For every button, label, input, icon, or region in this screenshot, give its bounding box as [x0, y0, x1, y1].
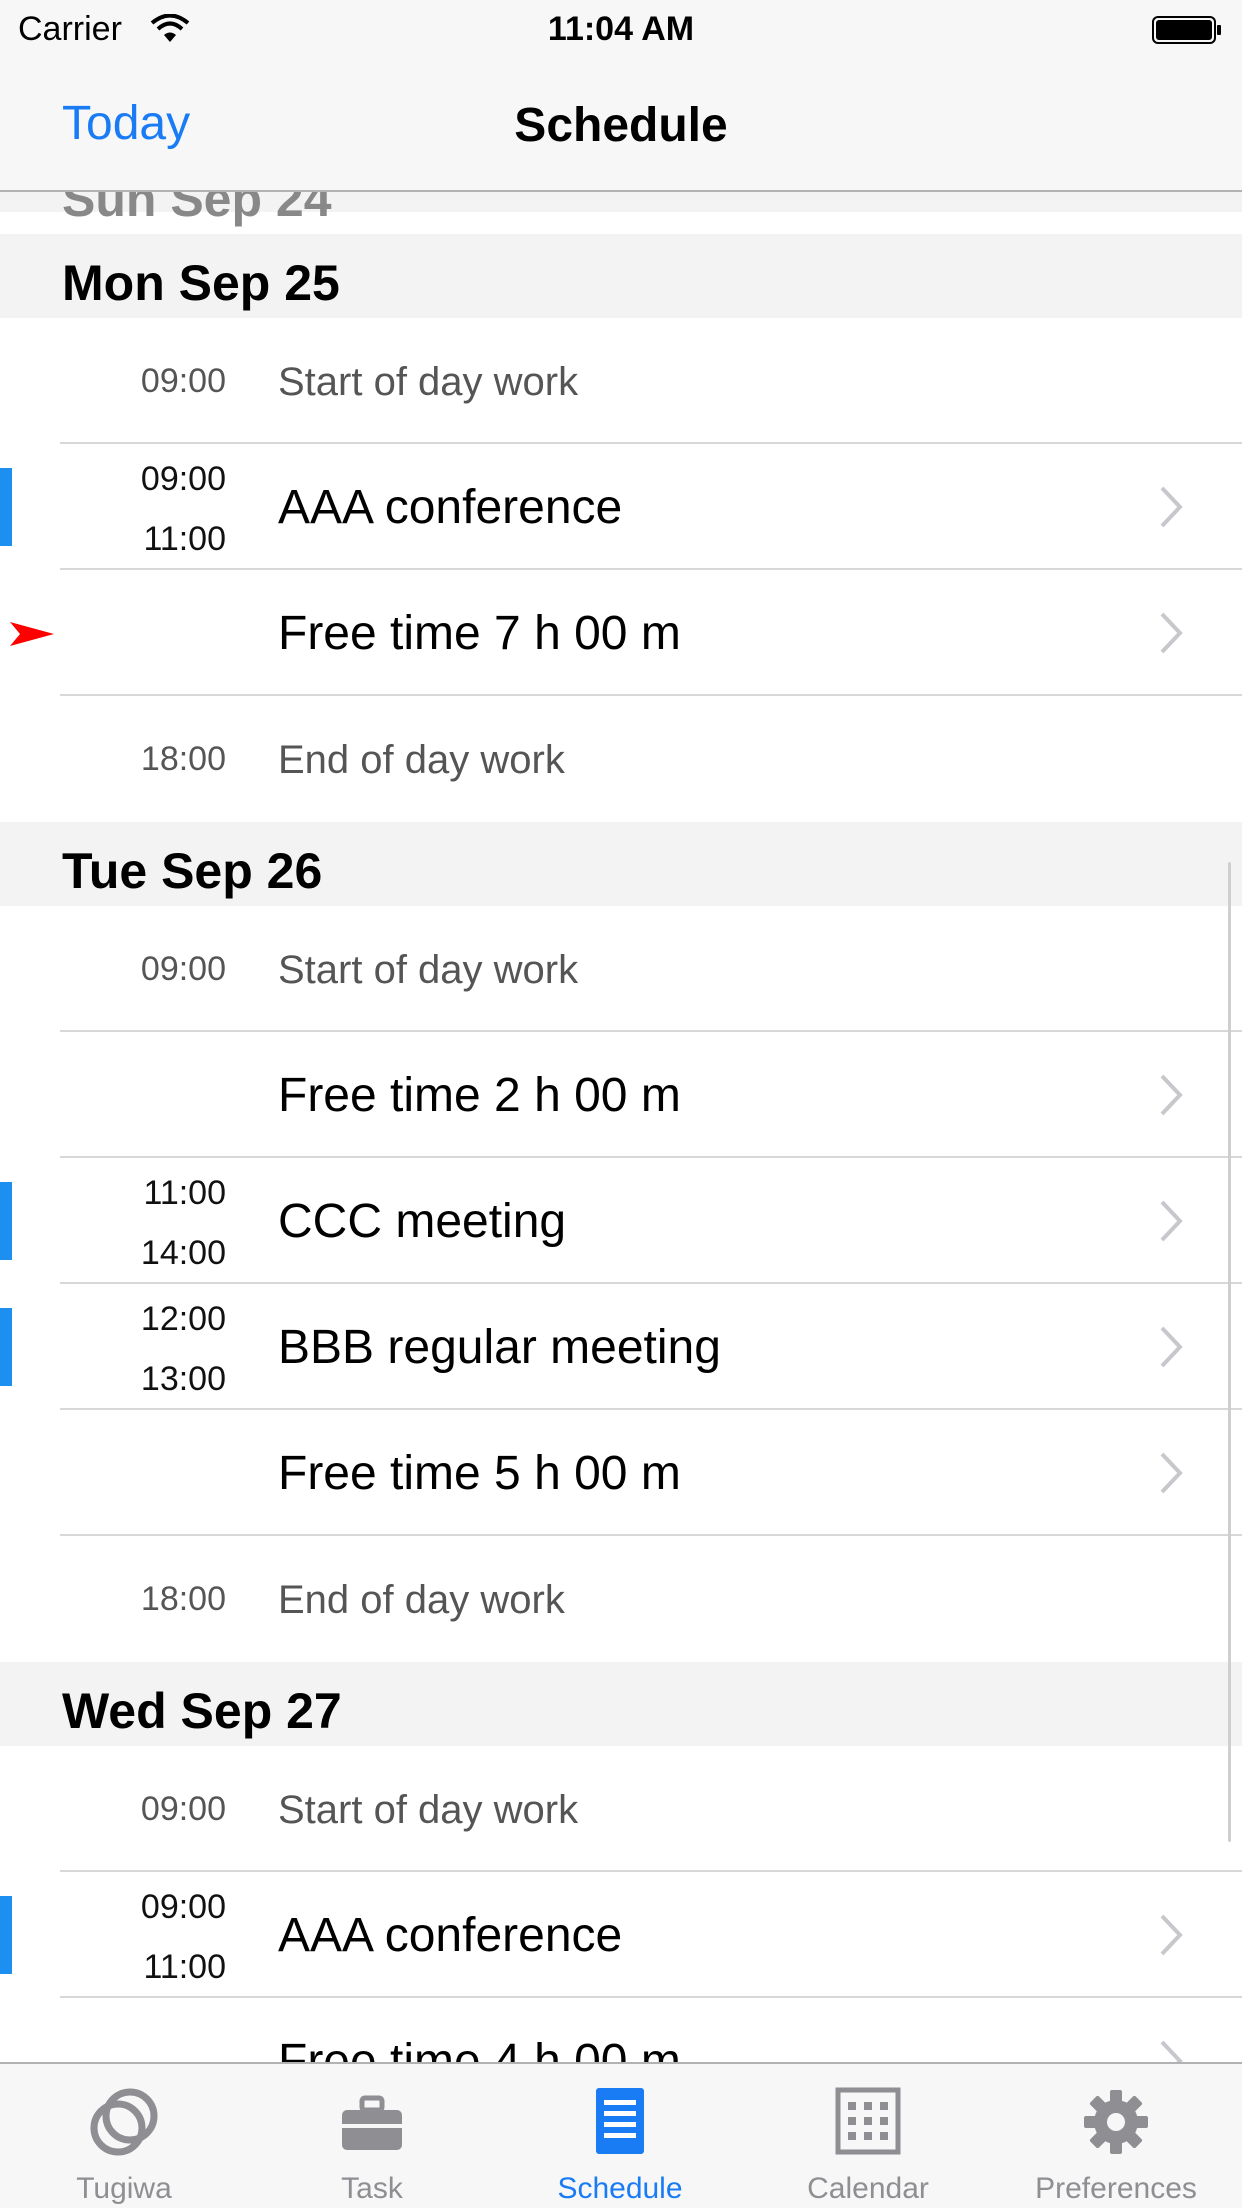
row-time: 18:00 — [140, 740, 226, 778]
row-title: BBB regular meeting — [278, 1321, 721, 1374]
page-title: Schedule — [514, 99, 728, 152]
chevron-right-icon — [1160, 1452, 1183, 1494]
tab-label: Task — [341, 2172, 403, 2205]
end-of-day-row: 18:00 End of day work — [0, 696, 1242, 822]
row-title: AAA conference — [278, 1909, 623, 1962]
battery-icon — [1152, 16, 1221, 44]
chevron-right-icon — [1160, 1200, 1183, 1242]
event-start-time: 09:00 — [140, 1888, 226, 1926]
scroll-indicator[interactable] — [1228, 862, 1231, 1842]
gear-icon — [1084, 2090, 1148, 2154]
calendar-grid-icon — [835, 2087, 901, 2155]
tab-label: Schedule — [557, 2172, 683, 2205]
chevron-right-icon — [1160, 612, 1183, 654]
tab-preferences[interactable]: Preferences — [992, 2064, 1242, 2208]
rings-icon — [90, 2088, 158, 2156]
tab-task[interactable]: Task — [248, 2064, 496, 2208]
chevron-right-icon — [1160, 1074, 1183, 1116]
tab-label: Calendar — [807, 2172, 929, 2205]
schedule-list[interactable]: Sun Sep 24 Mon Sep 25 09:00 Start of day… — [0, 192, 1242, 2062]
row-title: End of day work — [278, 738, 565, 782]
free-time-row[interactable]: Free time 2 h 00 m — [0, 1032, 1242, 1158]
tab-bar: Tugiwa Task Schedule Calendar Preference… — [0, 2062, 1242, 2208]
section-date: Sun Sep 24 — [62, 192, 332, 227]
event-start-time: 09:00 — [140, 460, 226, 498]
row-title: CCC meeting — [278, 1195, 567, 1248]
status-time: 11:04 AM — [547, 10, 695, 48]
section-header-tue-sep-26: Tue Sep 26 — [0, 822, 1242, 906]
document-list-icon — [596, 2088, 644, 2154]
event-row[interactable]: 12:00 13:00 BBB regular meeting — [0, 1284, 1242, 1410]
event-row[interactable]: 09:00 11:00 AAA conference — [0, 1872, 1242, 1998]
chevron-right-icon — [1160, 486, 1183, 528]
tab-schedule[interactable]: Schedule — [496, 2064, 744, 2208]
briefcase-icon — [342, 2095, 402, 2150]
event-end-time: 11:00 — [143, 1948, 226, 1986]
section-header-wed-sep-27: Wed Sep 27 — [0, 1662, 1242, 1746]
tab-label: Preferences — [1035, 2172, 1197, 2205]
row-title: End of day work — [278, 1578, 565, 1622]
chevron-right-icon — [1160, 2040, 1183, 2062]
tab-tugiwa[interactable]: Tugiwa — [0, 2064, 248, 2208]
event-start-time: 11:00 — [143, 1174, 226, 1212]
row-title: AAA conference — [278, 481, 623, 534]
chevron-right-icon — [1160, 1326, 1183, 1368]
section-date: Mon Sep 25 — [62, 255, 340, 311]
row-time: 09:00 — [140, 950, 226, 988]
row-time: 09:00 — [140, 362, 226, 400]
row-time: 18:00 — [140, 1580, 226, 1618]
start-of-day-row: 09:00 Start of day work — [0, 318, 1242, 444]
free-time-row[interactable]: Free time 7 h 00 m — [0, 570, 1242, 696]
row-title: Free time 7 h 00 m — [278, 607, 681, 660]
event-end-time: 13:00 — [140, 1360, 226, 1398]
navigation-bar: Today Schedule — [0, 60, 1242, 192]
status-bar: Carrier 11:04 AM — [0, 0, 1242, 60]
current-time-marker-icon — [10, 622, 54, 646]
free-time-row[interactable]: Free time 4 h 00 m — [0, 1998, 1242, 2062]
event-end-time: 14:00 — [140, 1234, 226, 1272]
row-title: Free time 2 h 00 m — [278, 1069, 681, 1122]
row-title: Start of day work — [278, 360, 579, 404]
end-of-day-row: 18:00 End of day work — [0, 1536, 1242, 1662]
start-of-day-row: 09:00 Start of day work — [0, 1746, 1242, 1872]
section-date: Wed Sep 27 — [62, 1683, 342, 1739]
event-end-time: 11:00 — [143, 520, 226, 558]
tab-label: Tugiwa — [76, 2172, 172, 2205]
section-header-sun-sep-24: Sun Sep 24 — [0, 192, 1242, 227]
section-header-mon-sep-25: Mon Sep 25 — [0, 234, 1242, 318]
event-start-time: 12:00 — [140, 1300, 226, 1338]
row-title: Free time 4 h 00 m — [278, 2035, 681, 2062]
section-date: Tue Sep 26 — [62, 843, 323, 899]
row-time: 09:00 — [140, 1790, 226, 1828]
row-title: Free time 5 h 00 m — [278, 1447, 681, 1500]
event-row[interactable]: 09:00 11:00 AAA conference — [0, 444, 1242, 570]
event-row[interactable]: 11:00 14:00 CCC meeting — [0, 1158, 1242, 1284]
tab-calendar[interactable]: Calendar — [744, 2064, 992, 2208]
row-title: Start of day work — [278, 1788, 579, 1832]
free-time-row[interactable]: Free time 5 h 00 m — [0, 1410, 1242, 1536]
start-of-day-row: 09:00 Start of day work — [0, 906, 1242, 1032]
chevron-right-icon — [1160, 1914, 1183, 1956]
row-title: Start of day work — [278, 948, 579, 992]
